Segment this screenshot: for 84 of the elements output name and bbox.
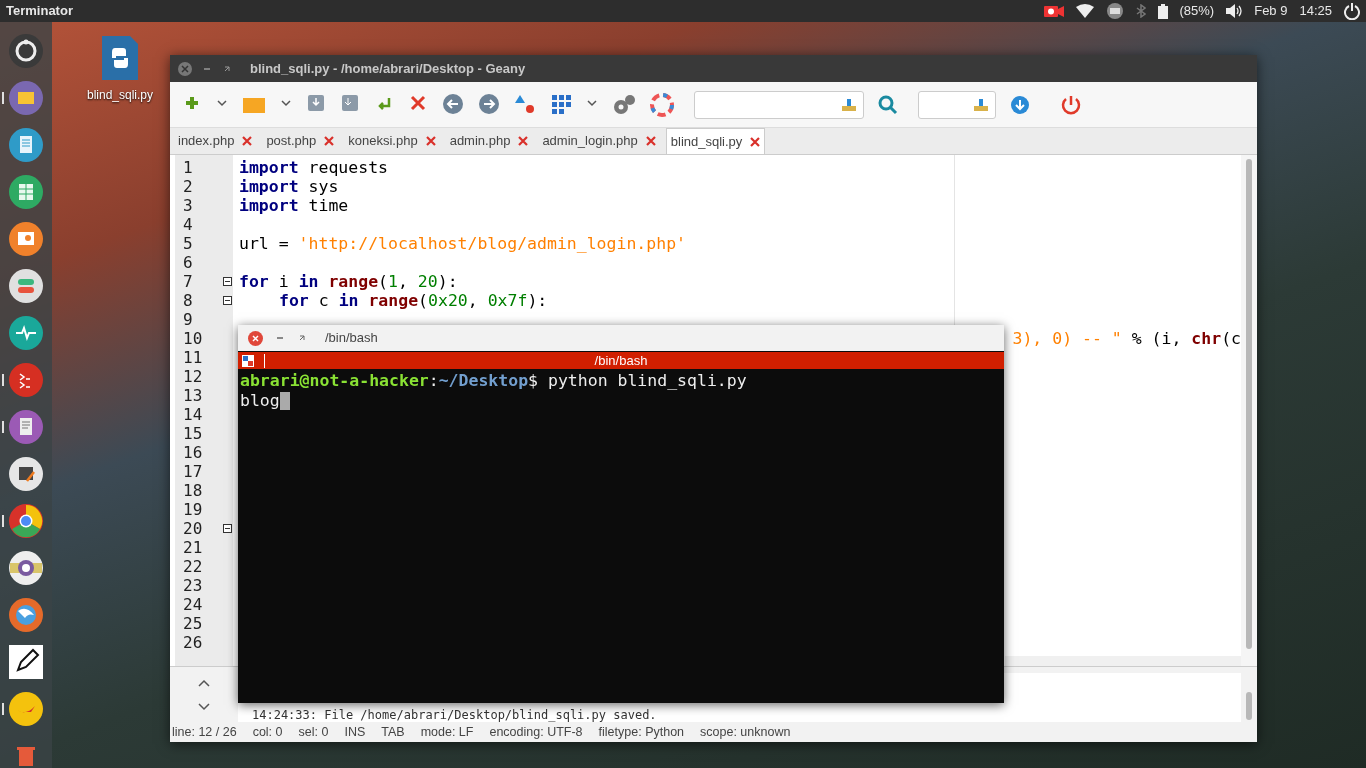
code-line: 3), 0) -- " % (i, chr(c: [1012, 329, 1241, 348]
pencil-icon[interactable]: [9, 645, 43, 679]
status-field: sel: 0: [298, 722, 329, 742]
status-field: encoding: UTF-8: [489, 722, 583, 742]
close-icon[interactable]: [750, 136, 761, 147]
close-icon[interactable]: [248, 330, 263, 346]
scrollbar-thumb[interactable]: [1246, 692, 1252, 720]
chevron-down-icon[interactable]: [198, 702, 210, 711]
prompt-line: abrari@not-a-hacker:~/Desktop$ python blind_sqli.py: [240, 371, 748, 391]
gears-icon[interactable]: [612, 92, 636, 117]
presentation-icon[interactable]: [9, 222, 43, 256]
ubuntu-logo-icon[interactable]: [9, 34, 43, 68]
app-name: Terminator: [6, 2, 73, 21]
battery-percent: (85%): [1179, 2, 1215, 21]
file-tab[interactable]: admin_login.php: [538, 128, 660, 154]
pulse-icon[interactable]: [9, 316, 43, 350]
terminal-icon[interactable]: [9, 363, 43, 397]
file-tab[interactable]: post.php: [262, 128, 339, 154]
browser-icon[interactable]: [9, 504, 43, 538]
close-icon[interactable]: [518, 136, 529, 146]
window-title: /bin/bash: [325, 329, 378, 348]
restore-icon[interactable]: [222, 63, 232, 74]
fold-marker-icon[interactable]: [223, 296, 232, 305]
python-file-icon: [102, 36, 138, 80]
camera-icon[interactable]: [1043, 4, 1064, 18]
status-field: INS: [344, 722, 366, 742]
power-icon[interactable]: [1344, 2, 1360, 20]
code-line: url = 'http://localhost/blog/admin_login.php': [239, 234, 687, 253]
close-icon[interactable]: [178, 61, 192, 76]
grid-icon[interactable]: [550, 92, 572, 117]
file-tab[interactable]: index.php: [174, 128, 257, 154]
status-field: col: 0: [252, 722, 283, 742]
status-field: scope: unknown: [700, 722, 791, 742]
fold-marker-icon[interactable]: [223, 277, 232, 286]
keyboard-icon[interactable]: [1105, 3, 1124, 19]
code-line: import sys: [239, 177, 339, 196]
chevron-up-icon[interactable]: [198, 678, 210, 687]
close-icon[interactable]: [425, 136, 436, 146]
file-tab[interactable]: admin.php: [445, 128, 533, 154]
fold-marker-icon[interactable]: [223, 524, 232, 533]
clear-icon: [973, 96, 989, 113]
clock-label[interactable]: 14:25: [1299, 1, 1332, 21]
text-document-icon[interactable]: [9, 410, 43, 444]
file-tab[interactable]: koneksi.php: [344, 128, 440, 154]
log-message: 14:24:33: File /home/abrari/Desktop/blind_sqli.py saved.: [252, 708, 658, 722]
color-wheel-icon[interactable]: [650, 92, 674, 117]
text-cursor: [279, 392, 290, 410]
status-field: filetype: Python: [598, 722, 685, 742]
window-title: blind_sqli.py - /home/abrari/Desktop - Geany: [250, 59, 526, 78]
clear-icon: [841, 96, 857, 113]
volume-icon[interactable]: [1226, 4, 1243, 18]
scrollbar-track[interactable]: [1005, 656, 1241, 666]
scrollbar-thumb[interactable]: [1246, 159, 1252, 649]
terminal-grid-icon[interactable]: [242, 354, 254, 367]
document-icon[interactable]: [9, 128, 43, 162]
code-line: import time: [239, 196, 349, 215]
date-label[interactable]: Feb 9: [1254, 1, 1288, 21]
toggle-switches-icon[interactable]: [9, 269, 43, 303]
output-text: blog: [240, 391, 280, 411]
status-field: line: 12 / 26: [172, 722, 237, 742]
jump-down-icon[interactable]: [1010, 94, 1030, 115]
close-icon[interactable]: [242, 136, 253, 146]
terminal-title: /bin/bash: [593, 351, 649, 370]
code-line: for c in range(0x20, 0x7f):: [279, 291, 548, 310]
wifi-icon[interactable]: [1075, 4, 1094, 18]
close-icon[interactable]: [324, 136, 335, 146]
status-field: TAB: [381, 722, 405, 742]
code-line: import requests: [239, 158, 388, 177]
spreadsheet-icon[interactable]: [9, 175, 43, 209]
close-icon[interactable]: [645, 136, 656, 146]
camera-lens-icon[interactable]: [9, 551, 43, 585]
battery-icon[interactable]: [1157, 3, 1168, 19]
folder-icon[interactable]: [9, 81, 43, 115]
search-icon[interactable]: [878, 94, 898, 115]
status-field: mode: LF: [420, 722, 474, 742]
fox-globe-icon[interactable]: [9, 598, 43, 632]
file-name-label: blind_sqli.py: [86, 87, 153, 104]
restore-icon[interactable]: [297, 333, 307, 343]
bluetooth-icon[interactable]: [1135, 4, 1146, 18]
pen-on-board-icon[interactable]: [9, 457, 43, 491]
line-number-field[interactable]: [918, 90, 996, 119]
code-line: for i in range(1, 20):: [239, 272, 458, 291]
search-field[interactable]: [694, 90, 864, 119]
file-tab[interactable]: blind_sqli.py: [665, 128, 766, 154]
